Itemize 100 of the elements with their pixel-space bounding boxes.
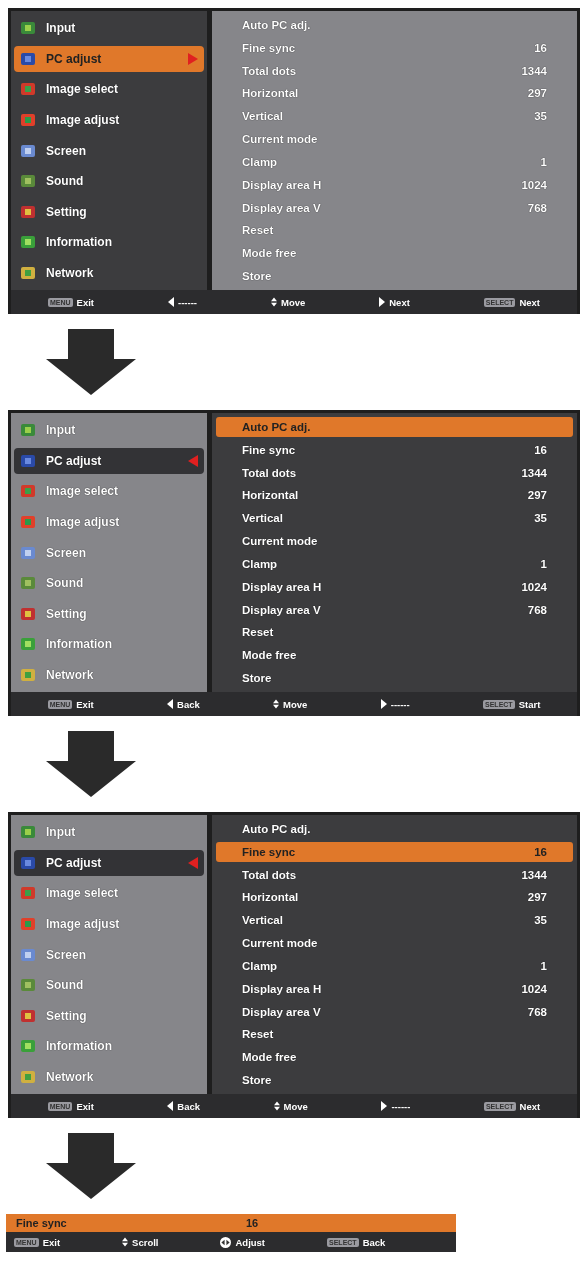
menu-item[interactable]: Screen — [14, 137, 204, 164]
menu-icon — [20, 824, 36, 840]
menu-item[interactable]: Input — [14, 819, 204, 845]
menu-item[interactable]: Information — [14, 1033, 204, 1060]
submenu-item[interactable]: Mode free — [216, 645, 573, 666]
item-label: Total dots — [242, 868, 297, 881]
down-arrow-icon — [46, 1133, 136, 1199]
menu-item[interactable]: Image select — [14, 478, 204, 505]
menu-item[interactable]: Setting — [14, 600, 204, 627]
menu-item[interactable]: Input — [14, 15, 204, 41]
submenu-item[interactable]: Display area H 1024 — [216, 174, 573, 195]
item-value: 1 — [540, 155, 547, 168]
menu-icon — [20, 20, 36, 36]
submenu-item[interactable]: Auto PC adj. — [216, 15, 573, 35]
menu-item[interactable]: Image select — [14, 880, 204, 907]
item-value: 16 — [534, 845, 547, 858]
item-label: Mode free — [242, 649, 297, 662]
submenu-item[interactable]: Auto PC adj. — [216, 417, 573, 437]
item-label: Mode free — [242, 247, 297, 260]
item-label: Current mode — [242, 937, 318, 950]
submenu-item[interactable]: Vertical 35 — [216, 508, 573, 529]
submenu-item[interactable]: Clamp 1 — [216, 151, 573, 172]
submenu-item[interactable]: Current mode — [216, 933, 573, 954]
menu-item[interactable]: Network — [14, 662, 204, 688]
menu-item[interactable]: Information — [14, 229, 204, 256]
item-label: Auto PC adj. — [242, 19, 311, 31]
submenu-item[interactable]: Vertical 35 — [216, 106, 573, 127]
submenu-item[interactable]: Horizontal 297 — [216, 83, 573, 104]
submenu-item[interactable]: Total dots 1344 — [216, 60, 573, 81]
left-right-arrow-icon — [220, 1236, 232, 1248]
menu-item[interactable]: Sound — [14, 972, 204, 999]
submenu-item[interactable]: Fine sync 16 — [216, 439, 573, 460]
menu-item[interactable]: PC adjust — [14, 447, 204, 474]
menu-item[interactable]: Setting — [14, 198, 204, 225]
submenu-item[interactable]: Display area H 1024 — [216, 978, 573, 999]
submenu-item[interactable]: Store — [216, 1069, 573, 1090]
menu-icon — [20, 605, 36, 622]
menu-item[interactable]: Image adjust — [14, 910, 204, 937]
menu-item[interactable]: Sound — [14, 570, 204, 597]
menu-item[interactable]: Sound — [14, 168, 204, 195]
submenu-item[interactable]: Fine sync 16 — [216, 841, 573, 862]
item-value: 16 — [534, 41, 547, 54]
submenu-item[interactable]: Total dots 1344 — [216, 462, 573, 483]
submenu-item[interactable]: Reset — [216, 1024, 573, 1045]
item-value: 1024 — [521, 178, 547, 191]
hint-label: Exit — [76, 698, 94, 710]
menu-icon — [20, 1007, 36, 1024]
submenu-item[interactable]: Display area H 1024 — [216, 576, 573, 597]
item-label: Fine sync — [242, 443, 296, 456]
submenu-item[interactable]: Horizontal 297 — [216, 485, 573, 506]
left-pointer-icon — [188, 856, 198, 869]
submenu-item[interactable]: Horizontal 297 — [216, 887, 573, 908]
item-label: Display area H — [242, 580, 322, 593]
menu-item[interactable]: Image adjust — [14, 508, 204, 535]
submenu-item[interactable]: Clamp 1 — [216, 553, 573, 574]
submenu-item[interactable]: Display area V 768 — [216, 1001, 573, 1022]
menu-icon — [20, 513, 36, 530]
menu-icon — [20, 915, 36, 932]
item-label: Clamp — [242, 959, 278, 972]
item-value: 1344 — [521, 868, 547, 881]
menu-icon — [20, 422, 36, 438]
menu-icon — [20, 1069, 36, 1085]
submenu-item[interactable]: Current mode — [216, 129, 573, 150]
submenu-item[interactable]: Display area V 768 — [216, 197, 573, 218]
submenu-item[interactable]: Mode free — [216, 1047, 573, 1068]
menu-item[interactable]: Network — [14, 260, 204, 286]
menu-icon — [20, 142, 36, 159]
submenu-item[interactable]: Reset — [216, 220, 573, 241]
hint-label: Next — [389, 296, 410, 308]
menu-item[interactable]: Image select — [14, 76, 204, 103]
submenu-item[interactable]: Clamp 1 — [216, 955, 573, 976]
menu-item[interactable]: PC adjust — [14, 849, 204, 876]
item-value: 16 — [246, 1217, 259, 1229]
submenu-item[interactable]: Vertical 35 — [216, 910, 573, 931]
item-label: Mode free — [242, 1051, 297, 1064]
submenu-item[interactable]: Store — [216, 667, 573, 688]
submenu-item[interactable]: Display area V 768 — [216, 599, 573, 620]
menu-item[interactable]: Image adjust — [14, 106, 204, 133]
left-arrow-icon — [167, 699, 174, 709]
submenu-item[interactable]: Current mode — [216, 531, 573, 552]
menu-item[interactable]: Setting — [14, 1002, 204, 1029]
menu-item[interactable]: Network — [14, 1064, 204, 1090]
menu-icon — [20, 854, 36, 871]
submenu-item[interactable]: Mode free — [216, 243, 573, 264]
submenu-item[interactable]: Fine sync 16 — [216, 37, 573, 58]
submenu-item[interactable]: Auto PC adj. — [216, 819, 573, 839]
menu-item[interactable]: Screen — [14, 539, 204, 566]
up-down-arrow-icon — [270, 297, 277, 307]
menu-item[interactable]: Information — [14, 631, 204, 658]
submenu-item[interactable]: Total dots 1344 — [216, 864, 573, 885]
hint-label: Scroll — [132, 1236, 159, 1248]
item-label: Clamp — [242, 155, 278, 168]
menu-item[interactable]: Input — [14, 417, 204, 443]
menu-item[interactable]: Screen — [14, 941, 204, 968]
submenu-item[interactable]: Reset — [216, 622, 573, 643]
submenu-item[interactable]: Store — [216, 265, 573, 286]
menu-item[interactable]: PC adjust — [14, 45, 204, 72]
right-arrow-icon — [379, 297, 386, 307]
item-label: Auto PC adj. — [242, 421, 311, 433]
item-value: 297 — [527, 87, 547, 100]
